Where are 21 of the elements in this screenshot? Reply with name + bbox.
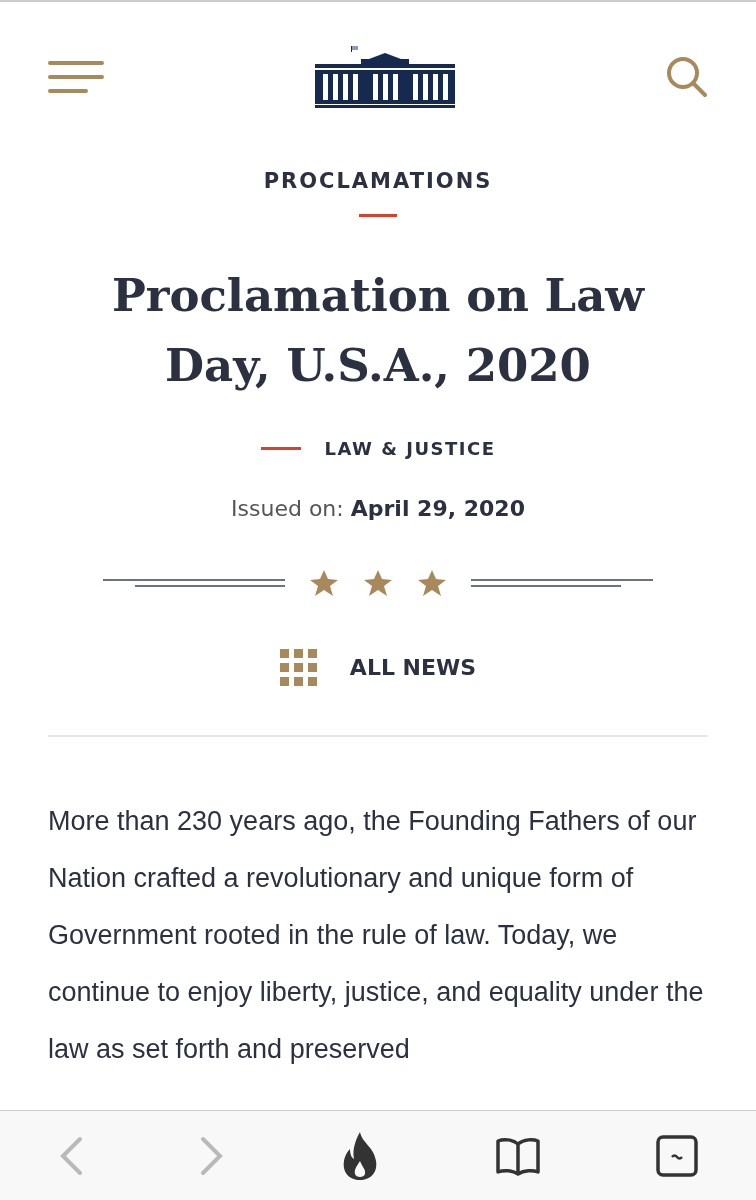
issued-date: Issued on: April 29, 2020 [230,494,526,523]
forward-icon [198,1135,225,1176]
book-icon [495,1135,542,1176]
page-title: Proclamation on Law Day, U.S.A., 2020 [110,267,646,394]
all-news-link[interactable]: ALL NEWS [279,648,477,687]
search-button[interactable] [666,56,708,98]
section-label: PROCLAMATIONS [262,168,494,195]
star-icon [417,568,447,597]
menu-icon [48,60,104,94]
tabs-icon [656,1134,699,1177]
star-icon [309,568,339,597]
menu-button[interactable] [48,60,104,94]
search-icon [666,56,708,98]
accent-line [359,213,397,217]
body-paragraph: More than 230 years ago, the Founding Fathers of our Nation crafted a revolutionary and unique form of Government rooted in the rule of law. Today, we continue to enjoy liberty, justice, and equality under the law as set forth and preserved [47,804,705,1066]
star-icon [363,568,393,597]
accent-line [260,446,301,450]
category-link[interactable]: LAW & JUSTICE [324,434,496,462]
grid-icon [279,648,318,687]
tabs-button[interactable] [656,1134,699,1177]
reader-button[interactable] [495,1135,542,1176]
